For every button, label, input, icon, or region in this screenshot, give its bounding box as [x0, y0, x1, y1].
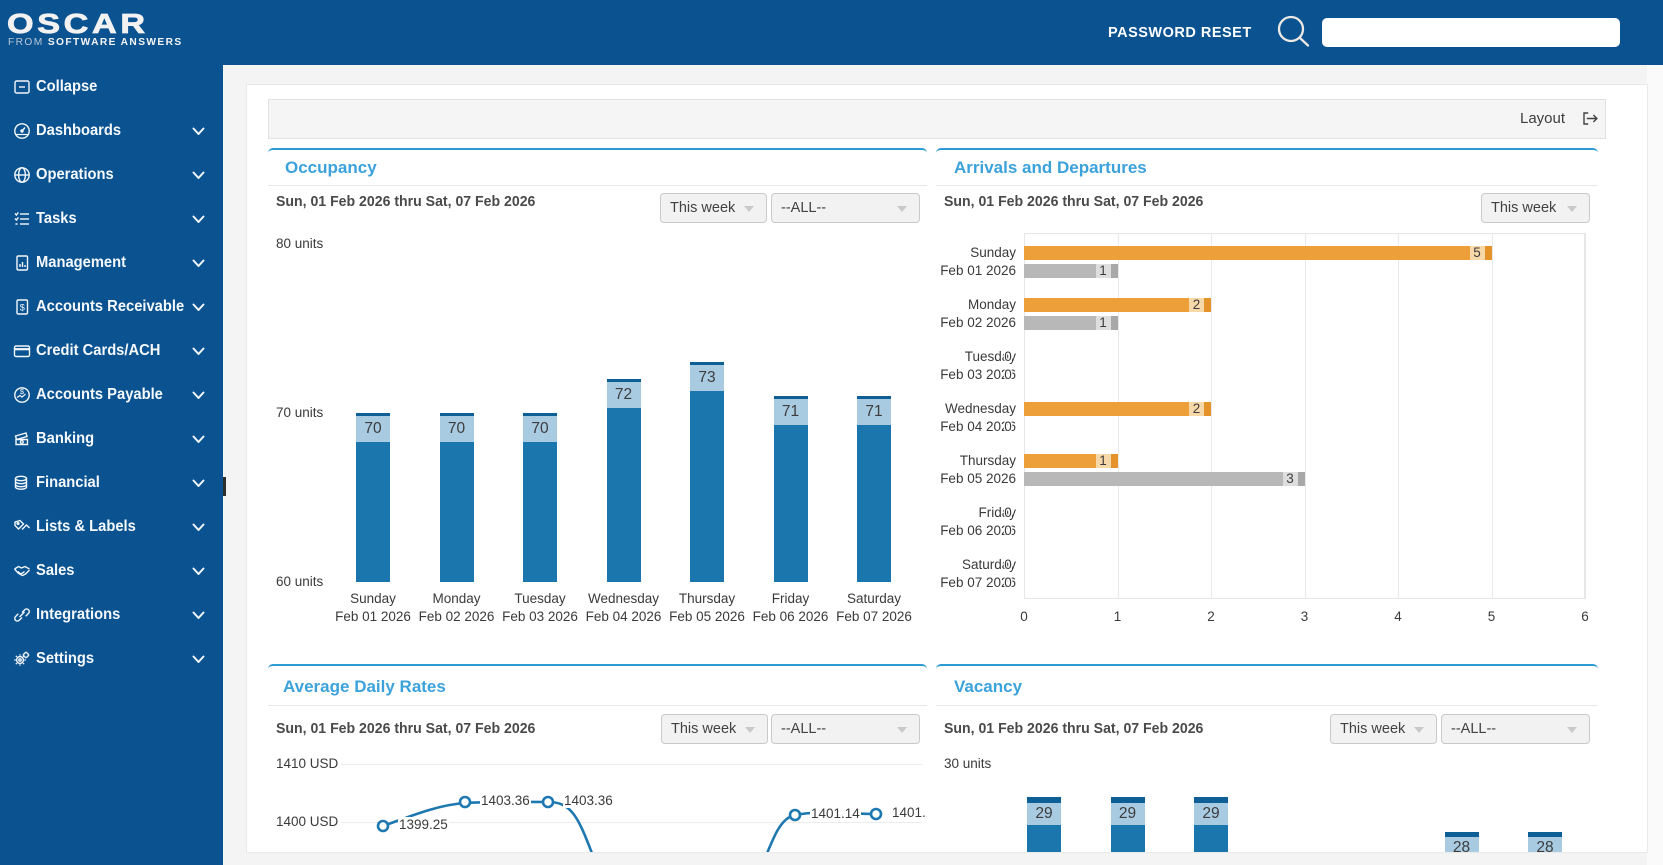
svg-text:$: $	[20, 303, 25, 313]
